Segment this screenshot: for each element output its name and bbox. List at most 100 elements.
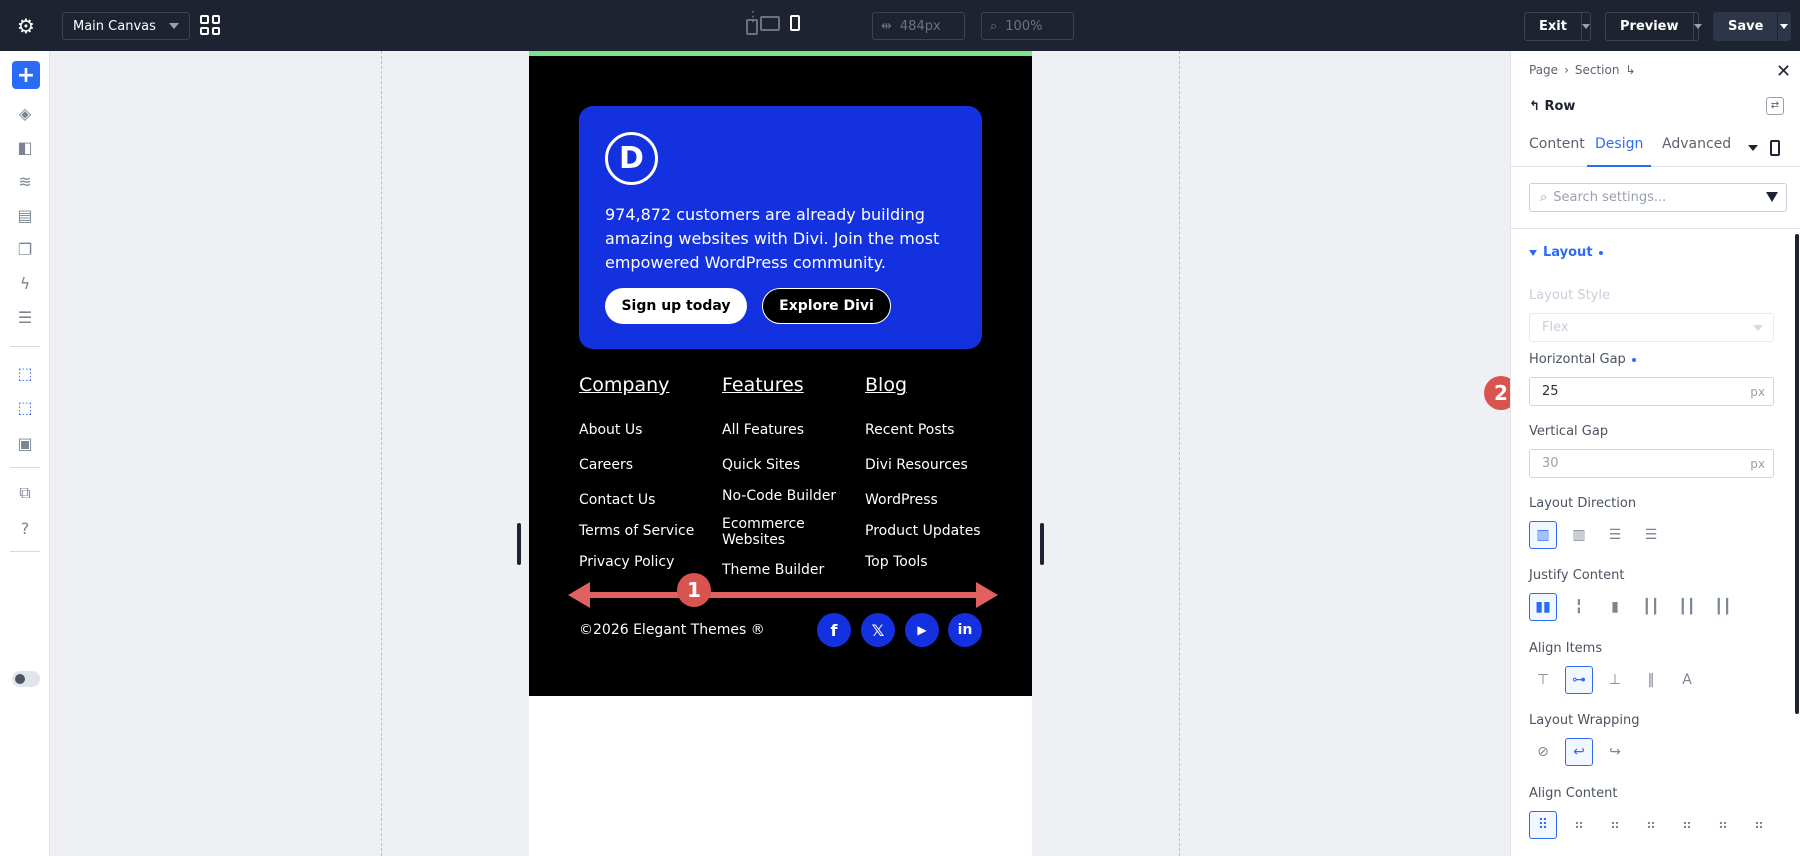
search-settings-input[interactable]: ⌕ Search settings... — [1529, 183, 1787, 212]
footer-link[interactable]: Terms of Service — [579, 523, 694, 539]
footer-link[interactable]: Theme Builder — [722, 562, 824, 578]
justify-evenly-icon[interactable]: ┃┃ — [1709, 593, 1737, 621]
direction-column-icon[interactable]: ☰ — [1601, 521, 1629, 549]
align-content-evenly-icon[interactable]: ⠶ — [1709, 811, 1737, 839]
design-library-icon[interactable]: ◧ — [13, 135, 37, 159]
preview-button[interactable]: Preview — [1605, 12, 1702, 41]
align-content-center-icon[interactable]: ⠶ — [1565, 811, 1593, 839]
unit-label[interactable]: px — [1750, 457, 1765, 471]
phone-view-icon[interactable] — [1770, 140, 1780, 156]
add-icon[interactable]: + — [12, 61, 40, 89]
preset-icon[interactable]: ▣ — [13, 431, 37, 455]
footer-link[interactable]: Quick Sites — [722, 457, 800, 473]
resize-handle-left[interactable] — [517, 523, 521, 565]
close-icon[interactable]: ✕ — [1776, 61, 1791, 82]
pages-icon[interactable]: ❐ — [13, 237, 37, 261]
justify-around-icon[interactable]: ┃┃ — [1673, 593, 1701, 621]
database-icon[interactable]: ≋ — [13, 169, 37, 193]
wrap-reverse-icon[interactable]: ↪ — [1601, 738, 1629, 766]
footer-link[interactable]: Ecommerce Websites — [722, 516, 812, 548]
footer-link[interactable]: Contact Us — [579, 492, 655, 508]
unit-label[interactable]: px — [1750, 385, 1765, 399]
footer-link[interactable]: Divi Resources — [865, 457, 968, 473]
explore-divi-button[interactable]: Explore Divi — [762, 288, 891, 324]
justify-start-icon[interactable]: ▮▮ — [1529, 593, 1557, 621]
footer-heading[interactable]: Blog — [865, 374, 985, 398]
footer-link[interactable]: Recent Posts — [865, 422, 954, 438]
footer-link[interactable]: Privacy Policy — [579, 554, 674, 570]
align-content-start-icon[interactable]: ⠿ — [1529, 811, 1557, 839]
footer-link[interactable]: Product Updates — [865, 523, 981, 539]
help-icon[interactable]: ? — [13, 516, 37, 540]
align-content-between-icon[interactable]: ⠶ — [1637, 811, 1665, 839]
multi-select-icon[interactable]: ⬚ — [13, 395, 37, 419]
align-start-icon[interactable]: ⊤ — [1529, 666, 1557, 694]
align-content-stretch-icon[interactable]: ⠶ — [1745, 811, 1773, 839]
footer-link[interactable]: All Features — [722, 422, 804, 438]
canvas-icon[interactable]: ⧉ — [13, 481, 37, 505]
justify-end-icon[interactable]: ▮ — [1601, 593, 1629, 621]
footer-link[interactable]: Top Tools — [865, 554, 928, 570]
cta-card[interactable]: D 974,872 customers are already building… — [579, 106, 982, 349]
linkedin-icon[interactable]: in — [948, 613, 982, 647]
footer-link[interactable]: No-Code Builder — [722, 488, 836, 504]
resize-handle-right[interactable] — [1040, 523, 1044, 565]
footer-heading[interactable]: Features — [722, 374, 842, 398]
align-stretch-icon[interactable]: ‖ — [1637, 666, 1665, 694]
save-button[interactable]: Save — [1713, 12, 1791, 41]
direction-column-reverse-icon[interactable]: ☰ — [1637, 521, 1665, 549]
align-baseline-icon[interactable]: A — [1673, 666, 1701, 694]
canvas-select[interactable]: Main Canvas — [62, 12, 190, 40]
align-content-around-icon[interactable]: ⠶ — [1673, 811, 1701, 839]
justify-center-icon[interactable]: ╏ — [1565, 593, 1593, 621]
x-twitter-icon[interactable]: 𝕏 — [861, 613, 895, 647]
tab-design[interactable]: Design — [1587, 136, 1652, 167]
exit-dropdown[interactable] — [1580, 13, 1590, 40]
vertical-gap-input[interactable]: 30 px — [1529, 449, 1774, 478]
direction-row-icon[interactable]: ▥ — [1529, 521, 1557, 549]
preview-dropdown[interactable] — [1692, 13, 1702, 40]
tab-advanced[interactable]: Advanced — [1662, 136, 1731, 167]
chevron-down-icon[interactable] — [1748, 145, 1758, 151]
layers-icon[interactable]: ◈ — [13, 101, 37, 125]
preset-settings-icon[interactable]: ⇄ — [1766, 97, 1784, 115]
dark-mode-toggle[interactable] — [12, 671, 40, 687]
no-wrap-icon[interactable]: ⊘ — [1529, 738, 1557, 766]
breadcrumb-section[interactable]: Section — [1575, 63, 1620, 77]
page-settings-icon[interactable]: ▤ — [13, 203, 37, 227]
layout-style-select[interactable]: Flex — [1529, 313, 1774, 342]
youtube-icon[interactable]: ▶ — [905, 613, 939, 647]
footer-link[interactable]: Careers — [579, 457, 633, 473]
layout-section-toggle[interactable]: Layout — [1529, 245, 1603, 260]
wrap-icon[interactable]: ↩ — [1565, 738, 1593, 766]
align-content-end-icon[interactable]: ⠶ — [1601, 811, 1629, 839]
zoom-input[interactable]: ⌕ 100% — [981, 12, 1074, 40]
panel-scrollbar[interactable] — [1795, 234, 1799, 714]
footer-heading[interactable]: Company — [579, 374, 709, 398]
back-icon[interactable]: ↰ — [1529, 99, 1540, 114]
footer-link[interactable]: About Us — [579, 422, 642, 438]
align-end-icon[interactable]: ⊥ — [1601, 666, 1629, 694]
lightning-icon[interactable]: ϟ — [13, 271, 37, 295]
align-center-icon[interactable]: ⊶ — [1565, 666, 1593, 694]
phone-view-icon[interactable] — [790, 15, 800, 31]
direction-row-reverse-icon[interactable]: ▥ — [1565, 521, 1593, 549]
tab-content[interactable]: Content — [1529, 136, 1585, 167]
justify-between-icon[interactable]: ┃┃ — [1637, 593, 1665, 621]
tablet-view-icon[interactable] — [746, 19, 758, 35]
filter-icon[interactable] — [1766, 192, 1778, 202]
facebook-icon[interactable]: f — [817, 613, 851, 647]
grid-icon[interactable] — [200, 15, 220, 35]
gear-icon[interactable]: ⚙ — [14, 14, 38, 38]
footer-link[interactable]: WordPress — [865, 492, 938, 508]
canvas-width-input[interactable]: ⇹ 484px — [872, 12, 965, 40]
exit-button[interactable]: Exit — [1524, 12, 1591, 41]
desktop-view-icon[interactable] — [760, 15, 780, 31]
history-icon[interactable]: ☰ — [13, 305, 37, 329]
select-tool-icon[interactable]: ⬚ — [13, 361, 37, 385]
signup-button[interactable]: Sign up today — [605, 288, 747, 324]
breadcrumb-page[interactable]: Page — [1529, 63, 1558, 77]
horizontal-gap-input[interactable]: 25 px — [1529, 377, 1774, 406]
footer-section[interactable]: D 974,872 customers are already building… — [529, 51, 1032, 696]
save-dropdown[interactable] — [1777, 13, 1790, 40]
